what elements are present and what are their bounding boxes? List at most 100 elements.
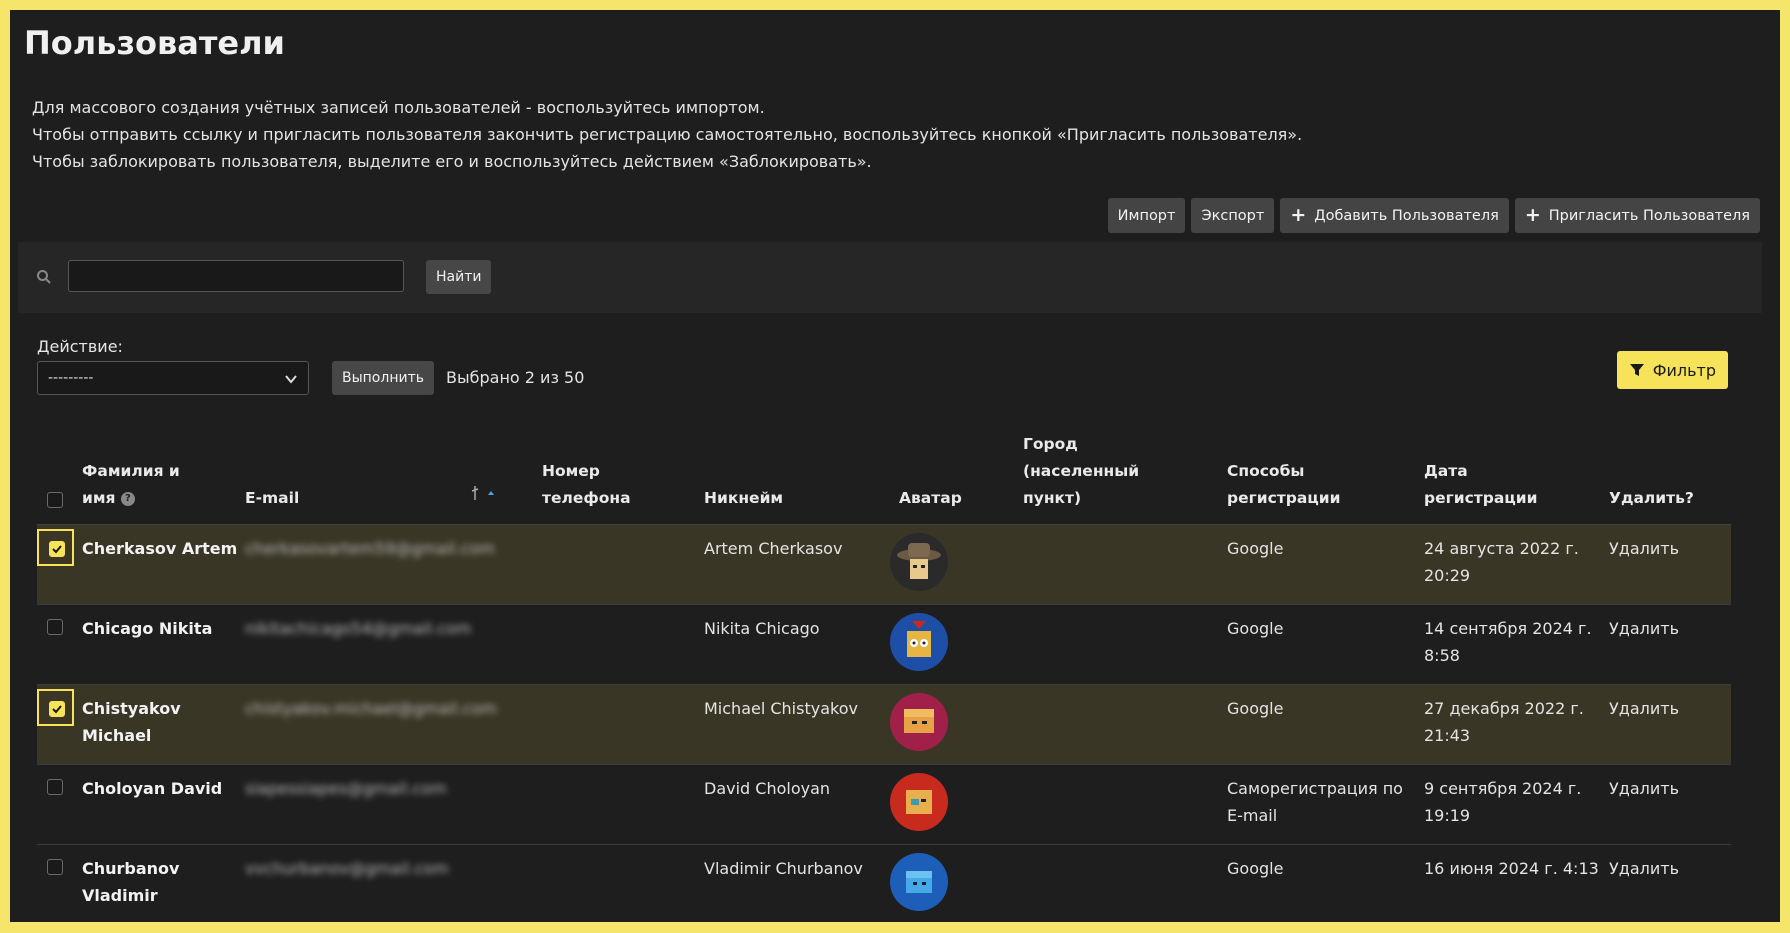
user-reg-date: 9 сентября 2024 г. 19:19 bbox=[1424, 775, 1581, 829]
delete-link[interactable]: Удалить bbox=[1609, 695, 1679, 722]
table-row[interactable]: Cherkasov Artem cherkasovartem59@gmail.c… bbox=[37, 525, 1731, 605]
table-header: Фамилия и имя ? E-mail Номер телефона Ни… bbox=[37, 428, 1731, 525]
search-panel: Найти bbox=[18, 242, 1762, 313]
column-name-line: Фамилия и bbox=[82, 462, 180, 480]
column-delete: Удалить? bbox=[1609, 489, 1694, 507]
user-name-line: Choloyan David bbox=[82, 779, 223, 798]
user-reg-method-line: Google bbox=[1227, 699, 1284, 718]
table-row[interactable]: Choloyan David siapessiapes@gmail.com Da… bbox=[37, 765, 1731, 845]
column-reg-methods[interactable]: Способы регистрации bbox=[1227, 458, 1341, 512]
user-name-line: Chistyakov bbox=[82, 699, 181, 718]
user-reg-method: Google bbox=[1227, 695, 1283, 722]
row-checkbox[interactable] bbox=[49, 701, 65, 717]
user-reg-date-line: 21:43 bbox=[1424, 726, 1471, 745]
column-phone[interactable]: Номер телефона bbox=[542, 458, 631, 512]
row-checkbox-highlight bbox=[37, 689, 74, 726]
user-nickname: Nikita Chicago bbox=[704, 619, 820, 638]
column-phone-line: Номер bbox=[542, 462, 600, 480]
intro-line: Чтобы заблокировать пользователя, выдели… bbox=[32, 152, 872, 171]
user-name[interactable]: Chicago Nikita bbox=[82, 615, 212, 642]
user-name-line: Churbanov bbox=[82, 859, 180, 878]
delete-link[interactable]: Удалить bbox=[1609, 775, 1679, 802]
table-row[interactable]: Chistyakov Michael chistyakov.michael@gm… bbox=[37, 685, 1731, 765]
table-row[interactable]: Chicago Nikita nikitachicago54@gmail.com… bbox=[37, 605, 1731, 685]
action-select[interactable]: --------- bbox=[37, 361, 309, 395]
run-action-button[interactable]: Выполнить bbox=[332, 361, 434, 395]
user-reg-method-line: Google bbox=[1227, 619, 1284, 638]
row-checkbox[interactable] bbox=[47, 779, 63, 795]
page-title: Пользователи bbox=[24, 24, 285, 62]
import-button[interactable]: Импорт bbox=[1107, 198, 1186, 233]
delete-link[interactable]: Удалить bbox=[1609, 615, 1679, 642]
user-reg-date-line: 8:58 bbox=[1424, 646, 1460, 665]
add-user-label: Добавить Пользователя bbox=[1314, 207, 1499, 224]
user-name[interactable]: Chistyakov Michael bbox=[82, 695, 181, 749]
select-all-checkbox[interactable] bbox=[47, 492, 63, 508]
user-reg-date-line: 14 сентября 2024 г. bbox=[1424, 619, 1592, 638]
sort-ascending-icon[interactable] bbox=[470, 484, 498, 502]
column-nickname[interactable]: Никнейм bbox=[704, 485, 783, 512]
column-reg-date-line: Дата bbox=[1424, 462, 1468, 480]
help-icon[interactable]: ? bbox=[120, 491, 135, 506]
column-reg-methods-line: Способы bbox=[1227, 462, 1305, 480]
user-reg-date-line: 27 декабря 2022 г. bbox=[1424, 699, 1584, 718]
search-button[interactable]: Найти bbox=[426, 260, 492, 294]
user-name[interactable]: Choloyan David bbox=[82, 775, 222, 802]
export-button[interactable]: Экспорт bbox=[1191, 198, 1275, 233]
user-reg-date-line: 20:29 bbox=[1424, 566, 1471, 585]
row-checkbox-wrap bbox=[37, 769, 74, 806]
check-icon bbox=[52, 545, 62, 554]
invite-user-button[interactable]: + Пригласить Пользователя bbox=[1514, 198, 1760, 233]
user-reg-date-line: 19:19 bbox=[1424, 806, 1471, 825]
user-nickname: Michael Chistyakov bbox=[704, 699, 858, 718]
search-input[interactable] bbox=[68, 260, 404, 292]
delete-link[interactable]: Удалить bbox=[1609, 535, 1679, 562]
column-reg-date[interactable]: Дата регистрации bbox=[1424, 458, 1538, 512]
avatar bbox=[890, 853, 948, 911]
user-reg-method: Google bbox=[1227, 855, 1283, 882]
user-reg-method-line: Google bbox=[1227, 539, 1284, 558]
row-checkbox[interactable] bbox=[49, 541, 65, 557]
row-checkbox-wrap bbox=[37, 849, 74, 886]
user-nickname: David Choloyan bbox=[704, 779, 831, 798]
filter-icon bbox=[1629, 364, 1644, 376]
user-name-line: Vladimir bbox=[82, 886, 158, 905]
plus-icon: + bbox=[1290, 204, 1307, 226]
avatar bbox=[890, 773, 948, 831]
column-city[interactable]: Город (населенный пункт) bbox=[1023, 431, 1139, 512]
avatar bbox=[890, 533, 948, 591]
delete-link[interactable]: Удалить bbox=[1609, 855, 1679, 882]
column-email[interactable]: E-mail bbox=[245, 485, 299, 512]
user-email: nikitachicago54@gmail.com bbox=[245, 619, 472, 638]
column-city-line: (населенный bbox=[1023, 462, 1140, 480]
row-checkbox[interactable] bbox=[47, 619, 63, 635]
row-checkbox-wrap bbox=[37, 609, 74, 646]
table-row[interactable]: Churbanov Vladimir vvchurbanov@gmail.com… bbox=[37, 845, 1731, 922]
filter-label: Фильтр bbox=[1652, 360, 1716, 380]
column-avatar[interactable]: Аватар bbox=[899, 485, 962, 512]
user-reg-date: 24 августа 2022 г. 20:29 bbox=[1424, 535, 1579, 589]
filter-button[interactable]: Фильтр bbox=[1616, 351, 1728, 389]
main-frame: Пользователи Для массового создания учёт… bbox=[10, 10, 1780, 922]
user-reg-date: 14 сентября 2024 г. 8:58 bbox=[1424, 615, 1592, 669]
user-reg-method-line: E-mail bbox=[1227, 806, 1278, 825]
row-checkbox-highlight bbox=[37, 529, 74, 566]
user-reg-date-line: 16 июня 2024 г. 4:13 bbox=[1424, 859, 1599, 878]
action-select-value: --------- bbox=[48, 370, 94, 386]
chevron-down-icon bbox=[285, 375, 297, 384]
user-nickname: Artem Cherkasov bbox=[704, 539, 843, 558]
add-user-button[interactable]: + Добавить Пользователя bbox=[1280, 198, 1509, 233]
user-name-line: Cherkasov Artem bbox=[82, 539, 238, 558]
intro-text: Для массового создания учётных записей п… bbox=[32, 94, 1302, 175]
user-name[interactable]: Cherkasov Artem bbox=[82, 535, 237, 562]
users-table: Фамилия и имя ? E-mail Номер телефона Ни… bbox=[37, 428, 1731, 922]
user-name-line: Chicago Nikita bbox=[82, 619, 213, 638]
user-name[interactable]: Churbanov Vladimir bbox=[82, 855, 179, 909]
user-reg-date-line: 24 августа 2022 г. bbox=[1424, 539, 1579, 558]
user-reg-method-line: Саморегистрация по bbox=[1227, 779, 1403, 798]
row-checkbox[interactable] bbox=[47, 859, 63, 875]
invite-user-label: Пригласить Пользователя bbox=[1548, 207, 1750, 224]
column-phone-line: телефона bbox=[542, 489, 631, 507]
column-name[interactable]: Фамилия и имя ? bbox=[82, 458, 180, 512]
user-nickname: Vladimir Churbanov bbox=[704, 859, 863, 878]
